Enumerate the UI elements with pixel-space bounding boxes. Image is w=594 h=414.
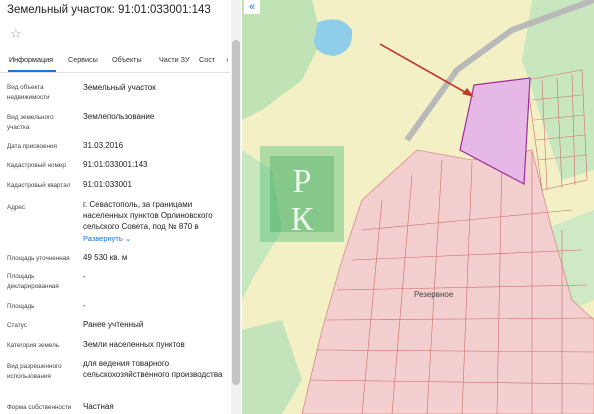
- label-area-declared: Площадь декларированная: [7, 273, 59, 290]
- label-date: Дата присвоения: [7, 143, 57, 150]
- value-status: Ранее учтенный: [83, 320, 144, 329]
- value-area-declared: -: [83, 272, 86, 281]
- value-permitted-use: для ведения товарного сельскохозяйственн…: [83, 359, 223, 379]
- value-address: г. Севастополь, за границами населенных …: [83, 200, 213, 231]
- rk-logo-watermark: Р К: [260, 146, 344, 242]
- svg-text:Р: Р: [293, 163, 312, 200]
- value-date: 31.03.2016: [83, 141, 124, 150]
- label-permitted-use: Вид разрешенного использования: [7, 363, 62, 380]
- label-land-category: Категория земель: [7, 342, 60, 349]
- tab-services[interactable]: Сервисы: [68, 55, 98, 64]
- star-icon[interactable]: ☆: [10, 26, 22, 42]
- tabs-scroll-right-icon[interactable]: ›: [226, 55, 229, 64]
- tab-objects[interactable]: Объекты: [112, 55, 142, 64]
- settlement-zone: [301, 149, 594, 414]
- value-ownership: Частная: [83, 402, 114, 411]
- expand-label[interactable]: Развернуть: [83, 234, 123, 243]
- double-chevron-left-icon[interactable]: «: [244, 0, 260, 14]
- label-cadastral-quarter: Кадастровый квартал: [7, 182, 71, 189]
- value-area-specified: 49 530 кв. м: [83, 253, 128, 262]
- value-object-type: Земельный участок: [83, 83, 156, 92]
- value-cadastral-quarter: 91:01:033001: [83, 180, 132, 189]
- tab-info[interactable]: Информация: [9, 55, 53, 64]
- value-cadastral-number: 91:01:033001:143: [83, 160, 148, 169]
- info-panel: Земельный участок: 91:01:033001:143 ☆ Ин…: [0, 0, 242, 414]
- page-title: Земельный участок: 91:01:033001:143: [7, 4, 211, 16]
- label-area-specified: Площадь уточненная: [7, 255, 70, 262]
- chevron-down-icon[interactable]: ⌄: [125, 234, 131, 243]
- lake: [314, 19, 353, 56]
- forest-area: [242, 320, 302, 414]
- value-area: -: [83, 301, 86, 310]
- label-object-type: Вид объекта недвижимости: [7, 84, 50, 101]
- village-label: Резервное: [414, 290, 454, 299]
- tab-bar: Информация Сервисы Объекты Части ЗУ Сост: [0, 50, 230, 73]
- label-cadastral-number: Кадастровый номер: [7, 162, 66, 169]
- forest-area: [242, 0, 322, 120]
- label-address: Адрес: [7, 204, 26, 211]
- tab-status[interactable]: Сост: [199, 55, 215, 64]
- label-parcel-type: Вид земельного участка: [7, 114, 54, 131]
- label-status: Статус: [7, 322, 27, 329]
- value-parcel-type: Землепользование: [83, 112, 155, 121]
- scrollbar-thumb[interactable]: [232, 40, 240, 385]
- value-land-category: Земли населенных пунктов: [83, 340, 185, 349]
- active-tab-indicator: [8, 70, 56, 72]
- label-area: Площадь: [7, 303, 35, 310]
- address-expand-link[interactable]: Развернуть ⌄: [83, 233, 233, 244]
- label-ownership: Форма собственности: [7, 404, 72, 411]
- svg-text:К: К: [291, 201, 314, 238]
- tab-parts[interactable]: Части ЗУ: [159, 55, 190, 64]
